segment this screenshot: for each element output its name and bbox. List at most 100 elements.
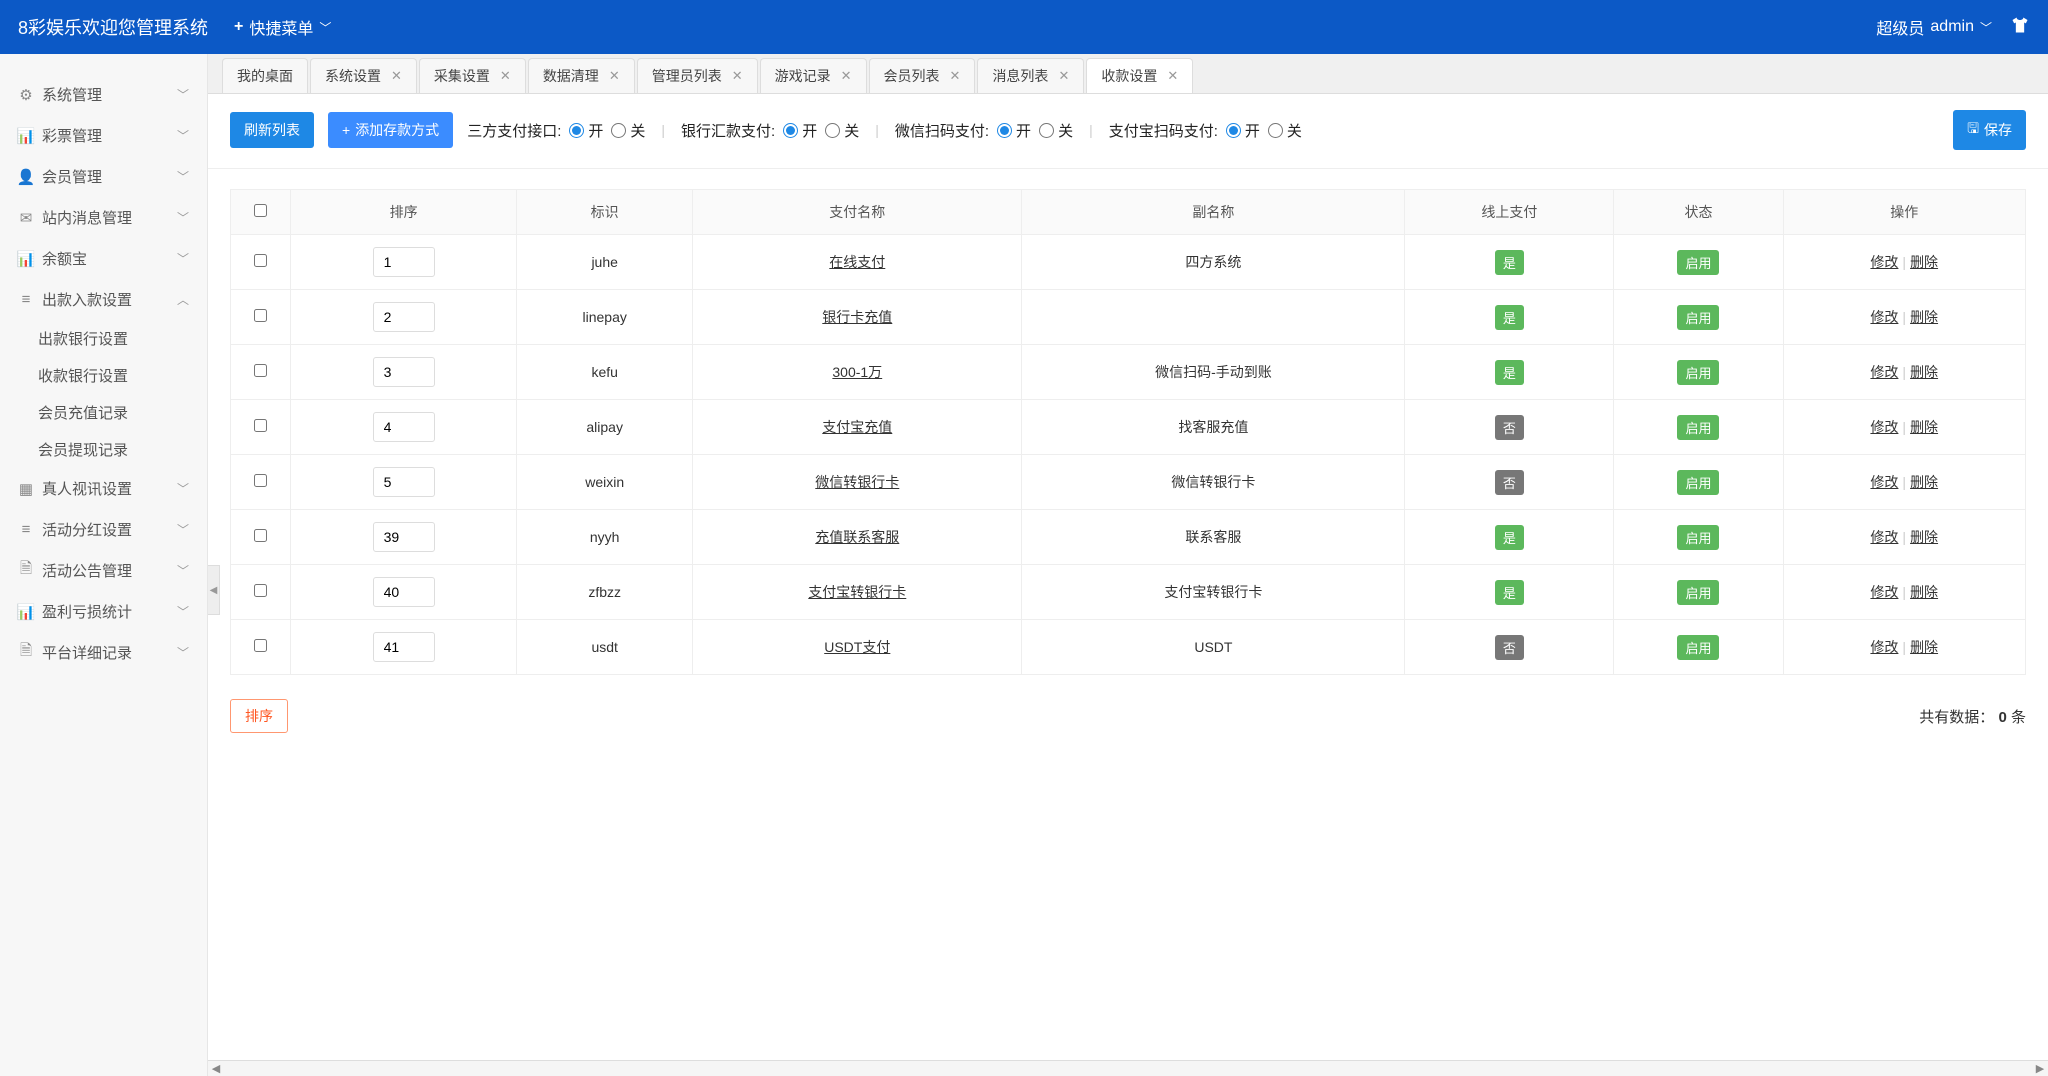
sort-input[interactable]	[373, 632, 435, 662]
payment-name-link[interactable]: USDT支付	[824, 639, 890, 655]
radio-on[interactable]: 开	[783, 120, 817, 141]
close-icon[interactable]: ✕	[1058, 68, 1069, 84]
scroll-left-icon[interactable]: ◀	[208, 1062, 224, 1075]
sidebar-item[interactable]: 📊盈利亏损统计﹀	[0, 591, 207, 632]
tab[interactable]: 数据清理✕	[528, 58, 635, 93]
edit-link[interactable]: 修改	[1870, 529, 1898, 545]
sidebar-item[interactable]: 📊彩票管理﹀	[0, 115, 207, 156]
row-checkbox[interactable]	[254, 639, 267, 652]
row-checkbox[interactable]	[254, 364, 267, 377]
row-checkbox[interactable]	[254, 419, 267, 432]
delete-link[interactable]: 删除	[1910, 419, 1938, 435]
delete-link[interactable]: 删除	[1910, 639, 1938, 655]
subname-cell: 找客服充值	[1022, 400, 1405, 455]
payment-name-link[interactable]: 支付宝转银行卡	[808, 584, 906, 600]
row-checkbox[interactable]	[254, 584, 267, 597]
payment-name-link[interactable]: 300-1万	[832, 364, 882, 380]
sidebar-item[interactable]: ⚙系统管理﹀	[0, 74, 207, 115]
delete-link[interactable]: 删除	[1910, 309, 1938, 325]
sidebar-subitem[interactable]: 会员充值记录	[0, 394, 207, 431]
refresh-button[interactable]: 刷新列表	[230, 112, 314, 148]
close-icon[interactable]: ✕	[1167, 68, 1178, 84]
edit-link[interactable]: 修改	[1870, 309, 1898, 325]
select-all-checkbox[interactable]	[254, 204, 267, 217]
sidebar-item[interactable]: ✉站内消息管理﹀	[0, 197, 207, 238]
delete-link[interactable]: 删除	[1910, 254, 1938, 270]
sort-input[interactable]	[373, 522, 435, 552]
sidebar-item[interactable]: ≡出款入款设置︿	[0, 279, 207, 320]
sort-button[interactable]: 排序	[230, 699, 288, 733]
radio-off[interactable]: 关	[611, 120, 645, 141]
sidebar-item[interactable]: 🗎平台详细记录﹀	[0, 632, 207, 673]
sort-input[interactable]	[373, 357, 435, 387]
radio-off[interactable]: 关	[1268, 120, 1302, 141]
row-checkbox[interactable]	[254, 254, 267, 267]
sidebar-subitem[interactable]: 收款银行设置	[0, 357, 207, 394]
sidebar-subitem[interactable]: 出款银行设置	[0, 320, 207, 357]
tab[interactable]: 游戏记录 ✕	[760, 58, 867, 93]
delete-link[interactable]: 删除	[1910, 474, 1938, 490]
add-deposit-button[interactable]: + 添加存款方式	[328, 112, 453, 148]
sidebar-subitem[interactable]: 会员提现记录	[0, 431, 207, 468]
delete-link[interactable]: 删除	[1910, 529, 1938, 545]
payment-name-link[interactable]: 支付宝充值	[822, 419, 892, 435]
radio-on[interactable]: 开	[997, 120, 1031, 141]
sidebar-item[interactable]: 👤会员管理﹀	[0, 156, 207, 197]
radio-on[interactable]: 开	[569, 120, 603, 141]
tab[interactable]: 会员列表✕	[869, 58, 976, 93]
payment-name-link[interactable]: 微信转银行卡	[815, 474, 899, 490]
chevron-down-icon: ﹀	[177, 168, 189, 185]
close-icon[interactable]: ✕	[732, 68, 743, 84]
sidebar-item-label: 平台详细记录	[42, 642, 132, 663]
edit-link[interactable]: 修改	[1870, 419, 1898, 435]
close-icon[interactable]: ✕	[950, 68, 961, 84]
user-menu[interactable]: 超级员 admin ﹀	[1876, 15, 1992, 39]
chart-icon: 📊	[18, 251, 34, 267]
tab[interactable]: 收款设置✕	[1086, 58, 1193, 93]
edit-link[interactable]: 修改	[1870, 364, 1898, 380]
radio-on[interactable]: 开	[1226, 120, 1260, 141]
sidebar-item[interactable]: 📊余额宝﹀	[0, 238, 207, 279]
payment-name-link[interactable]: 充值联系客服	[815, 529, 899, 545]
chevron-down-icon: ﹀	[177, 209, 189, 226]
payment-name-link[interactable]: 银行卡充值	[822, 309, 892, 325]
tab[interactable]: 系统设置✕	[310, 58, 417, 93]
scroll-right-icon[interactable]: ▶	[2032, 1062, 2048, 1075]
edit-link[interactable]: 修改	[1870, 584, 1898, 600]
radio-off[interactable]: 关	[825, 120, 859, 141]
row-checkbox[interactable]	[254, 474, 267, 487]
tab[interactable]: 采集设置✕	[419, 58, 526, 93]
sort-input[interactable]	[373, 247, 435, 277]
sort-input[interactable]	[373, 467, 435, 497]
sort-input[interactable]	[373, 302, 435, 332]
sidebar-item[interactable]: ▦真人视讯设置﹀	[0, 468, 207, 509]
row-checkbox[interactable]	[254, 529, 267, 542]
quickmenu-button[interactable]: + 快捷菜单 ﹀	[234, 15, 331, 39]
edit-link[interactable]: 修改	[1870, 639, 1898, 655]
close-icon[interactable]: ✕	[609, 68, 620, 84]
tab[interactable]: 消息列表✕	[977, 58, 1084, 93]
horizontal-scrollbar[interactable]: ◀ ▶	[208, 1060, 2048, 1076]
sidebar-item[interactable]: 🗎活动公告管理﹀	[0, 550, 207, 591]
sort-input[interactable]	[373, 412, 435, 442]
sidebar-collapse-handle[interactable]: ◀	[208, 565, 220, 615]
delete-link[interactable]: 删除	[1910, 364, 1938, 380]
radio-off[interactable]: 关	[1039, 120, 1073, 141]
close-icon[interactable]: ✕	[500, 68, 511, 84]
close-icon[interactable]: ✕	[841, 68, 852, 84]
tab[interactable]: 我的桌面	[222, 58, 308, 93]
theme-icon[interactable]	[2010, 15, 2030, 40]
list-icon: ≡	[18, 522, 34, 538]
sort-input[interactable]	[373, 577, 435, 607]
tab-label: 游戏记录	[775, 66, 831, 86]
save-button[interactable]: 🖫 保存	[1953, 110, 2026, 150]
scroll-track[interactable]	[224, 1063, 2032, 1075]
payment-name-link[interactable]: 在线支付	[829, 254, 885, 270]
edit-link[interactable]: 修改	[1870, 254, 1898, 270]
close-icon[interactable]: ✕	[391, 68, 402, 84]
sidebar-item[interactable]: ≡活动分红设置﹀	[0, 509, 207, 550]
tab[interactable]: 管理员列表✕	[637, 58, 758, 93]
delete-link[interactable]: 删除	[1910, 584, 1938, 600]
row-checkbox[interactable]	[254, 309, 267, 322]
edit-link[interactable]: 修改	[1870, 474, 1898, 490]
